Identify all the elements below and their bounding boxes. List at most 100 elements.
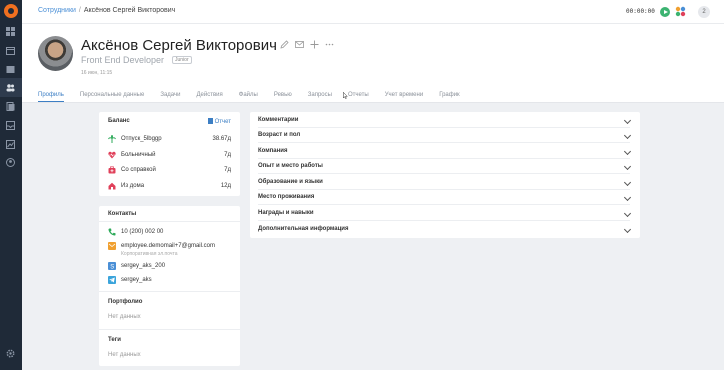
svg-text:S: S	[110, 264, 114, 270]
folder-icon[interactable]	[6, 65, 16, 74]
balance-row-remote: Из дома 12д	[108, 182, 231, 192]
contacts-title: Контакты	[108, 211, 137, 217]
tab-profile[interactable]: Профиль	[38, 92, 64, 102]
apps-icon[interactable]	[675, 6, 686, 17]
accordion-additional-info[interactable]: Дополнительная информация	[258, 222, 632, 237]
edit-pencil-icon[interactable]	[280, 40, 289, 49]
phone-number[interactable]: 10 (200) 002 00	[121, 229, 163, 235]
level-badge[interactable]: Junior	[172, 56, 192, 64]
accordion-residence[interactable]: Место проживания	[258, 190, 632, 205]
skype-icon: S	[108, 262, 116, 270]
mouse-cursor-icon	[343, 91, 348, 100]
accordion-comments[interactable]: Комментарии	[258, 113, 632, 128]
tab-schedule[interactable]: График	[439, 92, 460, 102]
profile-header: Аксёнов Сергей Викторович Front End Deve…	[22, 24, 724, 103]
employees-icon[interactable]	[0, 78, 22, 97]
palm-icon	[108, 134, 116, 143]
balance-row-certificate: Со справкой 7д	[108, 166, 231, 176]
add-plus-icon[interactable]	[310, 40, 319, 49]
balance-value: 7д	[224, 167, 231, 173]
tab-time-tracking[interactable]: Учет времени	[385, 92, 423, 102]
tab-personal-data[interactable]: Персональные данные	[80, 92, 144, 102]
tags-value: Нет данных	[108, 352, 141, 358]
phone-icon	[108, 228, 116, 236]
contact-telegram: sergey_aks	[108, 276, 235, 286]
accordion-age-gender[interactable]: Возраст и пол	[258, 128, 632, 143]
heart-pulse-icon	[108, 151, 116, 159]
balance-label: Отпуск_5lbggp	[121, 136, 162, 142]
skype-handle[interactable]: sergey_aks_200	[121, 263, 165, 269]
documents-icon[interactable]	[6, 102, 16, 111]
balance-title: Баланс	[108, 118, 130, 124]
balance-report-link[interactable]: Отчет	[207, 118, 231, 125]
house-icon	[108, 182, 116, 190]
balance-value: 38.67д	[212, 136, 231, 142]
balance-value: 7д	[224, 152, 231, 158]
user-circle-icon[interactable]	[6, 158, 16, 167]
notifications-button[interactable]: 2	[698, 6, 710, 18]
medical-bag-icon	[108, 166, 116, 174]
accordion-label: Место проживания	[258, 194, 315, 200]
tags-title: Теги	[108, 337, 121, 343]
accordion-label: Возраст и пол	[258, 132, 301, 138]
tab-reviews[interactable]: Ревью	[274, 92, 292, 102]
email-note: Корпоративная эл.почта	[121, 251, 178, 257]
accordion-label: Опыт и место работы	[258, 163, 323, 169]
chevron-down-icon	[623, 162, 632, 171]
more-dots-icon[interactable]	[325, 40, 334, 49]
portfolio-title: Портфолио	[108, 299, 143, 305]
telegram-handle[interactable]: sergey_aks	[121, 277, 152, 283]
breadcrumb-employees-link[interactable]: Сотрудники	[38, 7, 76, 14]
accordion-label: Комментарии	[258, 117, 299, 123]
tab-files[interactable]: Файлы	[239, 92, 258, 102]
contact-skype: S sergey_aks_200	[108, 262, 235, 272]
email-icon	[108, 242, 116, 250]
breadcrumb-current: Аксёнов Сергей Викторович	[83, 7, 176, 14]
chevron-down-icon	[623, 225, 632, 234]
accordion-awards-skills[interactable]: Награды и навыки	[258, 206, 632, 221]
timer-play-button[interactable]	[660, 7, 670, 17]
tab-tasks[interactable]: Задачи	[160, 92, 180, 102]
contacts-card: Контакты 10 (200) 002 00 employee.demoma…	[99, 206, 240, 366]
divider	[99, 221, 240, 222]
email-address[interactable]: employee.demomail+7@gmail.com	[121, 243, 215, 249]
sidebar	[0, 0, 22, 370]
profile-sections-accordion: Комментарии Возраст и пол Компания Опыт …	[250, 112, 640, 238]
chevron-down-icon	[623, 116, 632, 125]
top-bar: Сотрудники / Аксёнов Сергей Викторович 00:…	[22, 0, 724, 24]
chevron-down-icon	[623, 178, 632, 187]
dashboard-icon[interactable]	[6, 27, 16, 36]
portfolio-value: Нет данных	[108, 314, 141, 320]
accordion-label: Награды и навыки	[258, 210, 314, 216]
telegram-icon	[108, 276, 116, 284]
employee-position: Front End Developer	[81, 55, 165, 65]
accordion-company[interactable]: Компания	[258, 144, 632, 159]
balance-card: Баланс Отчет Отпуск_5lbggp 38.67д Больни…	[99, 112, 240, 196]
divider	[99, 291, 240, 292]
mail-icon[interactable]	[295, 40, 304, 49]
settings-gear-icon[interactable]	[6, 349, 16, 358]
time-tracker-display: 00:00:00	[626, 8, 655, 15]
profile-tabs: Профиль Персональные данные Задачи Дейст…	[38, 92, 460, 102]
balance-row-sick: Больничный 7д	[108, 151, 231, 161]
accordion-label: Компания	[258, 148, 288, 154]
chart-icon[interactable]	[6, 140, 16, 149]
accordion-experience[interactable]: Опыт и место работы	[258, 159, 632, 174]
accordion-education[interactable]: Образование и языки	[258, 175, 632, 190]
balance-row-vacation: Отпуск_5lbggp 38.67д	[108, 134, 231, 145]
logo-icon[interactable]	[4, 4, 18, 18]
name-actions	[280, 40, 334, 49]
divider	[99, 329, 240, 330]
inbox-icon[interactable]	[6, 121, 16, 130]
tab-requests[interactable]: Запросы	[308, 92, 332, 102]
chevron-down-icon	[623, 193, 632, 202]
calendar-icon[interactable]	[6, 46, 16, 55]
balance-value: 12д	[220, 183, 231, 189]
accordion-label: Дополнительная информация	[258, 226, 349, 232]
chevron-down-icon	[623, 131, 632, 140]
balance-label: Больничный	[121, 152, 156, 158]
contact-phone: 10 (200) 002 00	[108, 228, 235, 238]
tab-actions[interactable]: Действия	[196, 92, 222, 102]
chevron-down-icon	[623, 209, 632, 218]
tab-reports[interactable]: Отчеты	[348, 92, 369, 102]
